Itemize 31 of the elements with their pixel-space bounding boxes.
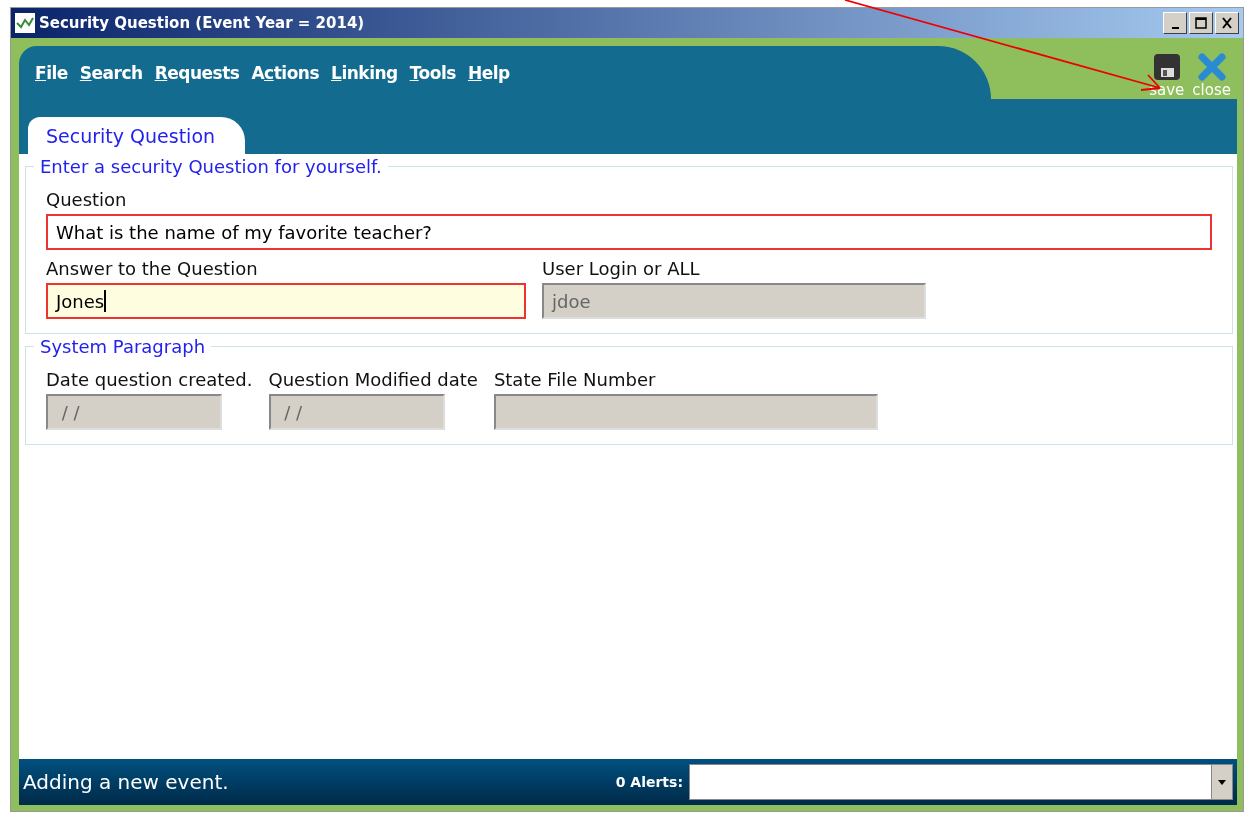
chart-icon [15,13,35,33]
field-label: State File Number [493,369,657,390]
status-message: Adding a new event. [23,770,229,794]
alerts-dropdown[interactable] [689,764,1233,800]
field-label: Question [46,189,128,210]
menu-item[interactable]: Actions [247,62,324,83]
group-title: System Paragraph [34,336,212,357]
maximize-icon [1194,17,1208,29]
menu-item[interactable]: Search [75,62,147,83]
tab[interactable]: Security Question [28,117,246,154]
menu-item[interactable]: Tools [405,62,460,83]
field-label: User Login or ALL [542,258,701,279]
close-icon [1197,53,1226,81]
field-label: Answer to the Question [46,258,259,279]
input-field[interactable]: Jones [46,283,526,319]
close-icon [1220,17,1234,29]
alerts-label: 0 Alerts: [615,774,683,790]
minimize-button[interactable] [1163,12,1187,34]
menu-item[interactable]: File [31,62,72,83]
field-label: Question Modified date [268,369,478,390]
menu-item[interactable]: Requests [150,62,244,83]
group-title: Enter a security Question for yourself. [34,156,388,177]
close-button[interactable] [1215,12,1239,34]
menu-item[interactable]: Help [463,62,514,83]
field-label: Date question created. [46,369,253,390]
minimize-icon [1171,27,1179,29]
window-title: Security Question (Event Year = 2014) [39,14,365,32]
menu-item[interactable]: Linking [327,62,402,83]
input-field[interactable]: What is the name of my favorite teacher? [46,214,1212,250]
dropdown-arrow-icon [1218,779,1226,785]
maximize-button[interactable] [1189,12,1213,34]
